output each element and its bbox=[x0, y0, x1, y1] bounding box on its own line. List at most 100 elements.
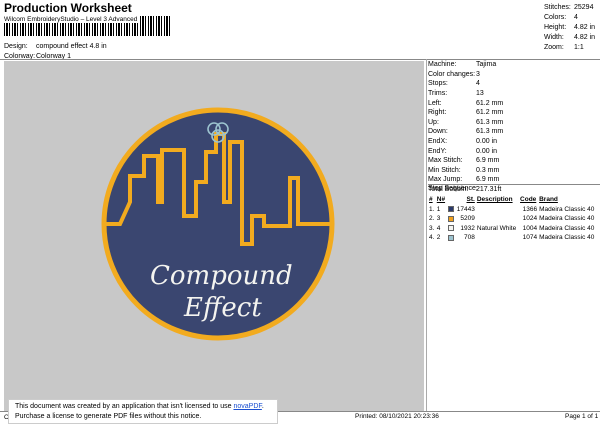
table-header-row: # N# St. Description Code Brand bbox=[428, 195, 598, 205]
row-stop: 4 bbox=[436, 224, 441, 232]
stop-sequence-label: Stop Sequence: bbox=[428, 185, 478, 192]
row-code: 1024 bbox=[522, 215, 538, 223]
stat-row: Height: 4.82 in bbox=[544, 22, 598, 32]
machine-row: Right: 61.2 mm bbox=[428, 108, 598, 118]
machine-label: Stops: bbox=[428, 80, 448, 88]
license-notice: This document was created by an applicat… bbox=[8, 399, 278, 424]
row-brand: Madeira Classic 40 bbox=[539, 224, 595, 232]
machine-value: 0.3 mm bbox=[476, 166, 500, 174]
machine-label: Up: bbox=[428, 118, 439, 126]
col-header-index: # bbox=[429, 196, 433, 204]
stat-label: Colors: bbox=[544, 13, 567, 21]
machine-label: Min Stitch: bbox=[428, 166, 461, 174]
row-index: 2. bbox=[429, 215, 435, 223]
table-row: 1. 1 17443 1366 Madeira Classic 40 bbox=[428, 205, 598, 215]
machine-label: Max Jump: bbox=[428, 176, 463, 184]
row-description bbox=[476, 214, 519, 224]
license-text: This document was created by an applicat… bbox=[15, 403, 234, 410]
row-index: 3. bbox=[429, 224, 435, 232]
row-index: 1. bbox=[429, 205, 435, 213]
row-stitches: 17443 bbox=[456, 205, 475, 213]
column-divider bbox=[426, 59, 427, 411]
machine-info: Machine: Tajima Color changes: 3 Stops: 4 T… bbox=[428, 60, 598, 194]
machine-value: 3 bbox=[476, 70, 480, 78]
stat-label: Zoom: bbox=[544, 43, 564, 51]
machine-label: Color changes: bbox=[428, 70, 476, 78]
row-stitches: 708 bbox=[463, 234, 475, 242]
row-stop: 1 bbox=[436, 205, 441, 213]
machine-row: EndY: 0.00 in bbox=[428, 146, 598, 156]
machine-value: 4 bbox=[476, 80, 480, 88]
machine-label: EndX: bbox=[428, 138, 448, 146]
color-swatch bbox=[447, 233, 455, 243]
machine-row: Min Stitch: 0.3 mm bbox=[428, 166, 598, 176]
table-row: 2. 3 5209 1024 Madeira Classic 40 bbox=[428, 214, 598, 224]
table-row: 4. 2 708 1074 Madeira Classic 40 bbox=[428, 233, 598, 243]
stat-row: Width: 4.82 in bbox=[544, 32, 598, 42]
col-header-brand: Brand bbox=[539, 196, 558, 204]
machine-row: Up: 61.3 mm bbox=[428, 118, 598, 128]
machine-row: Left: 61.2 mm bbox=[428, 98, 598, 108]
row-brand: Madeira Classic 40 bbox=[539, 234, 595, 242]
stat-row: Zoom: 1:1 bbox=[544, 42, 598, 52]
row-code: 1074 bbox=[522, 234, 538, 242]
stat-label: Stitches: bbox=[544, 3, 571, 11]
row-description bbox=[476, 205, 519, 215]
design-label: Design: bbox=[4, 42, 28, 50]
machine-label: Right: bbox=[428, 109, 447, 117]
machine-value: 13 bbox=[476, 90, 484, 98]
color-swatch bbox=[447, 214, 455, 224]
stat-row: Colors: 4 bbox=[544, 12, 598, 22]
row-code: 1004 bbox=[522, 224, 538, 232]
license-period: . bbox=[261, 403, 264, 410]
machine-label: Left: bbox=[428, 99, 442, 107]
col-header-stop: N# bbox=[436, 196, 446, 204]
row-index: 4. bbox=[429, 234, 435, 242]
row-brand: Madeira Classic 40 bbox=[539, 205, 595, 213]
design-info: Design: compound effect 4.8 in Colorway:… bbox=[4, 41, 107, 61]
row-code: 1366 bbox=[522, 205, 538, 213]
color-swatch bbox=[447, 205, 455, 215]
printed-timestamp: Printed: 08/10/2021 20:23:36 bbox=[355, 413, 439, 420]
stat-value: 1:1 bbox=[574, 43, 584, 51]
machine-value: 61.3 mm bbox=[476, 118, 504, 126]
stat-value: 4.82 in bbox=[574, 33, 596, 41]
design-text-effect: Effect bbox=[183, 293, 262, 323]
design-row: Design: compound effect 4.8 in bbox=[4, 41, 107, 51]
col-header-swatch bbox=[447, 195, 455, 205]
embroidery-design: Compound Effect bbox=[101, 107, 335, 341]
design-preview: Compound Effect bbox=[4, 61, 424, 411]
machine-row: Machine: Tajima bbox=[428, 60, 598, 70]
row-description: Natural White bbox=[476, 224, 517, 232]
col-header-description: Description bbox=[476, 196, 513, 204]
row-stop: 2 bbox=[436, 234, 441, 242]
machine-value: 61.3 mm bbox=[476, 128, 504, 136]
row-stitches: 1932 bbox=[460, 224, 475, 232]
stat-value: 4 bbox=[574, 13, 578, 21]
row-brand: Madeira Classic 40 bbox=[539, 215, 595, 223]
license-line-1: This document was created by an applicat… bbox=[15, 402, 271, 412]
stat-value: 25294 bbox=[574, 3, 594, 11]
machine-value: 0.00 in bbox=[476, 138, 498, 146]
machine-label: Trims: bbox=[428, 90, 448, 98]
stop-sequence-table: # N# St. Description Code Brand 1. 1 174… bbox=[428, 195, 598, 243]
stat-label: Width: bbox=[544, 33, 564, 41]
machine-row: Stops: 4 bbox=[428, 79, 598, 89]
stat-value: 4.82 in bbox=[574, 23, 596, 31]
machine-label: Machine: bbox=[428, 61, 457, 69]
machine-row: EndX: 0.00 in bbox=[428, 137, 598, 147]
table-row: 3. 4 1932 Natural White 1004 Madeira Cla… bbox=[428, 224, 598, 234]
page-title: Production Worksheet bbox=[4, 1, 132, 15]
machine-value: Tajima bbox=[476, 61, 497, 69]
machine-value: 6.9 mm bbox=[476, 176, 500, 184]
machine-label: EndY: bbox=[428, 147, 447, 155]
machine-label: Down: bbox=[428, 128, 448, 136]
page-number: Page 1 of 1 bbox=[565, 413, 599, 420]
machine-value: 61.2 mm bbox=[476, 99, 504, 107]
stat-row: Stitches: 25294 bbox=[544, 2, 598, 12]
color-swatch bbox=[447, 224, 455, 234]
machine-row: Down: 61.3 mm bbox=[428, 127, 598, 137]
novapdf-link[interactable]: novaPDF bbox=[233, 403, 261, 410]
machine-row: Color changes: 3 bbox=[428, 70, 598, 80]
design-text-compound: Compound bbox=[150, 261, 293, 291]
